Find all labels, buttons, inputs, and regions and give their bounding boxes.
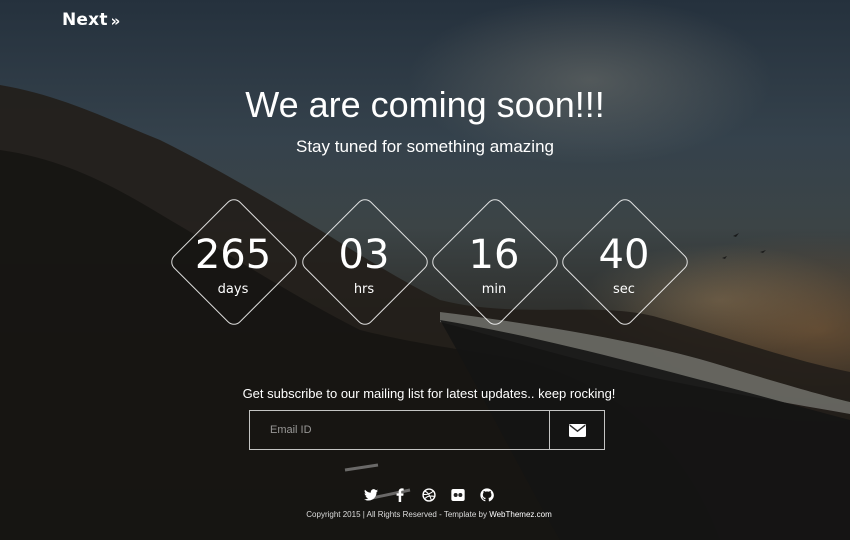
dribbble-icon[interactable] <box>422 487 437 502</box>
social-links <box>0 487 850 502</box>
github-icon[interactable] <box>480 487 495 502</box>
page-subtitle: Stay tuned for something amazing <box>296 137 554 156</box>
subscribe-button[interactable] <box>549 411 604 449</box>
countdown-hours: 03 hrs <box>298 195 432 329</box>
countdown-unit: hrs <box>353 282 375 297</box>
countdown-seconds: 40 sec <box>558 195 692 329</box>
email-input[interactable] <box>250 411 549 449</box>
countdown-minutes: 16 min <box>428 195 562 329</box>
countdown-unit: days <box>217 282 249 297</box>
double-chevron-right-icon: » <box>110 11 121 30</box>
envelope-icon <box>568 423 586 437</box>
footer: Copyright 2015 | All Rights Reserved - T… <box>0 510 850 519</box>
countdown-days: 265 days <box>167 195 301 329</box>
countdown-unit: sec <box>613 282 635 297</box>
countdown-value: 16 <box>468 232 520 278</box>
brand-name: Next <box>62 10 108 30</box>
twitter-icon[interactable] <box>364 487 379 502</box>
subscribe-text: Get subscribe to our mailing list for la… <box>242 386 616 401</box>
flickr-icon[interactable] <box>451 487 466 502</box>
subscribe-form <box>249 410 605 450</box>
countdown-value: 265 <box>194 232 272 278</box>
countdown-unit: min <box>481 282 507 297</box>
facebook-icon[interactable] <box>393 487 408 502</box>
footer-copyright: Copyright 2015 | All Rights Reserved - T… <box>306 510 490 519</box>
countdown-value: 03 <box>338 232 390 278</box>
footer-link-webthemez[interactable]: WebThemez.com <box>489 510 552 519</box>
page-title: We are coming soon!!! <box>245 84 605 125</box>
countdown-value: 40 <box>598 232 650 278</box>
brand-logo[interactable]: Next » <box>62 10 121 30</box>
